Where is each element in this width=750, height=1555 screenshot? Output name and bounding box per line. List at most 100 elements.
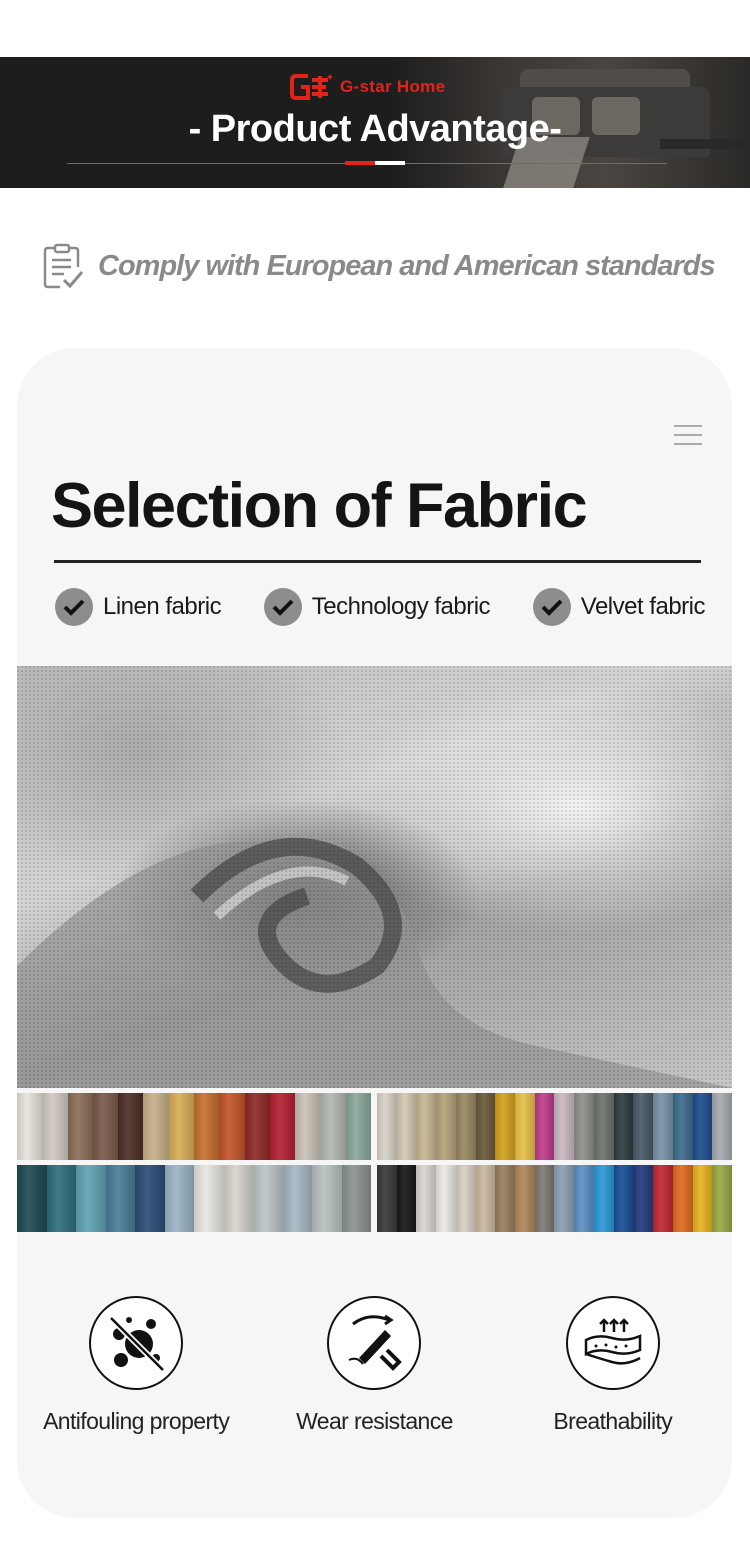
fabric-swatch <box>46 1165 76 1232</box>
fabric-swatch <box>455 1165 476 1232</box>
fabric-swatch <box>416 1093 437 1160</box>
fabric-swatch <box>194 1165 224 1232</box>
wear-resistance-icon <box>327 1296 422 1390</box>
fabric-swatch <box>223 1165 253 1232</box>
fabric-swatch <box>105 1165 135 1232</box>
fabric-swatch <box>282 1165 312 1232</box>
fabric-swatch <box>613 1093 634 1160</box>
fabric-card: Selection of Fabric Linen fabric Technol… <box>17 348 732 1518</box>
fabric-swatch <box>712 1093 732 1160</box>
feature-list: Antifouling property Wear resistance Bre… <box>17 1296 732 1435</box>
fabric-swatch <box>593 1165 614 1232</box>
feature-label: Antifouling property <box>43 1408 230 1434</box>
fabric-swatch <box>633 1093 654 1160</box>
fabric-swatch <box>345 1093 371 1160</box>
fabric-swatch <box>17 1093 43 1160</box>
fabric-swatch <box>574 1093 594 1160</box>
feature-label: Wear resistance <box>296 1408 453 1434</box>
fabric-swatch <box>613 1165 634 1232</box>
standards-text: Comply with European and American standa… <box>98 249 716 282</box>
fabric-type-linen: Linen fabric <box>55 588 222 626</box>
fabric-swatch <box>143 1093 169 1160</box>
fabric-swatch <box>436 1165 456 1232</box>
fabric-swatch <box>653 1093 673 1160</box>
fabric-swatch <box>396 1165 417 1232</box>
fabric-swatch <box>76 1165 106 1232</box>
brand-name: G-star Home <box>340 77 446 96</box>
fabric-swatch <box>554 1165 575 1232</box>
standards-row: Comply with European and American standa… <box>42 243 716 289</box>
fabric-swatch <box>42 1093 68 1160</box>
brand-mark-icon <box>290 74 333 100</box>
feature-wear-resistance: Wear resistance <box>259 1296 489 1435</box>
fabric-type-velvet: Velvet fabric <box>532 588 706 626</box>
fabric-swatch <box>554 1093 575 1160</box>
check-icon <box>263 588 302 626</box>
section-divider <box>54 560 701 563</box>
breathability-icon <box>565 1296 660 1390</box>
fabric-swatch <box>692 1165 713 1232</box>
fabric-swatch <box>455 1093 476 1160</box>
fabric-swatch <box>341 1165 371 1232</box>
fabric-swatch <box>118 1093 144 1160</box>
swatch-group-left <box>17 1165 371 1232</box>
fabric-swatch <box>396 1093 417 1160</box>
fabric-swatch <box>534 1165 555 1232</box>
fabric-swatch <box>135 1165 165 1232</box>
check-icon <box>532 588 571 626</box>
fabric-swatch <box>653 1165 673 1232</box>
fabric-swatch <box>320 1093 346 1160</box>
document-check-icon <box>43 243 84 289</box>
feature-breathability: Breathability <box>498 1296 728 1435</box>
fabric-type-label: Linen fabric <box>103 593 222 620</box>
swatch-row <box>17 1093 732 1160</box>
fabric-swatch <box>377 1165 397 1232</box>
check-icon <box>55 588 93 626</box>
title-accent-white <box>375 161 405 165</box>
fabric-swatch <box>377 1093 397 1160</box>
section-title: Selection of Fabric <box>51 471 588 541</box>
fabric-swatch <box>17 1165 47 1232</box>
fabric-swatch <box>475 1093 496 1160</box>
fabric-swatch <box>312 1165 342 1232</box>
fabric-swatch <box>574 1165 594 1232</box>
fabric-swatch <box>534 1093 555 1160</box>
fabric-swatch <box>495 1165 516 1232</box>
fabric-swatch <box>593 1093 614 1160</box>
swatch-group-right <box>377 1165 732 1232</box>
fabric-type-label: Velvet fabric <box>580 593 706 620</box>
swatch-group-right <box>377 1093 732 1160</box>
feature-antifouling: Antifouling property <box>21 1296 251 1435</box>
fabric-swatch <box>692 1093 713 1160</box>
fabric-swatch <box>672 1165 693 1232</box>
fabric-swatch <box>712 1165 732 1232</box>
fabric-type-technology: Technology fabric <box>263 588 491 626</box>
fabric-swatch <box>269 1093 296 1160</box>
fabric-swatch <box>416 1165 437 1232</box>
menu-icon[interactable] <box>674 425 702 449</box>
color-swatches <box>17 1093 732 1237</box>
fabric-swatch <box>495 1093 516 1160</box>
swatch-group-left <box>17 1093 371 1160</box>
fabric-type-label: Technology fabric <box>311 593 491 620</box>
fabric-swatch <box>295 1093 321 1160</box>
fabric-swatch <box>219 1093 245 1160</box>
fabric-swatch <box>168 1093 194 1160</box>
fabric-swatch <box>515 1093 535 1160</box>
page-title: - Product Advantage- <box>188 108 562 150</box>
fabric-swatch <box>92 1093 119 1160</box>
fabric-swatch <box>244 1093 270 1160</box>
fabric-swatch <box>253 1165 283 1232</box>
fabric-swatch <box>67 1093 93 1160</box>
fabric-swatch <box>164 1165 194 1232</box>
brand-logo: G-star Home <box>290 70 445 104</box>
fabric-swatch <box>436 1093 456 1160</box>
feature-label: Breathability <box>553 1408 673 1434</box>
swatch-row <box>17 1165 732 1232</box>
fabric-closeup-image <box>17 666 732 1088</box>
antifouling-icon <box>89 1296 184 1390</box>
fabric-swatch <box>475 1165 496 1232</box>
fabric-swatch <box>672 1093 693 1160</box>
fabric-swatch <box>633 1165 654 1232</box>
fabric-swatch <box>193 1093 220 1160</box>
